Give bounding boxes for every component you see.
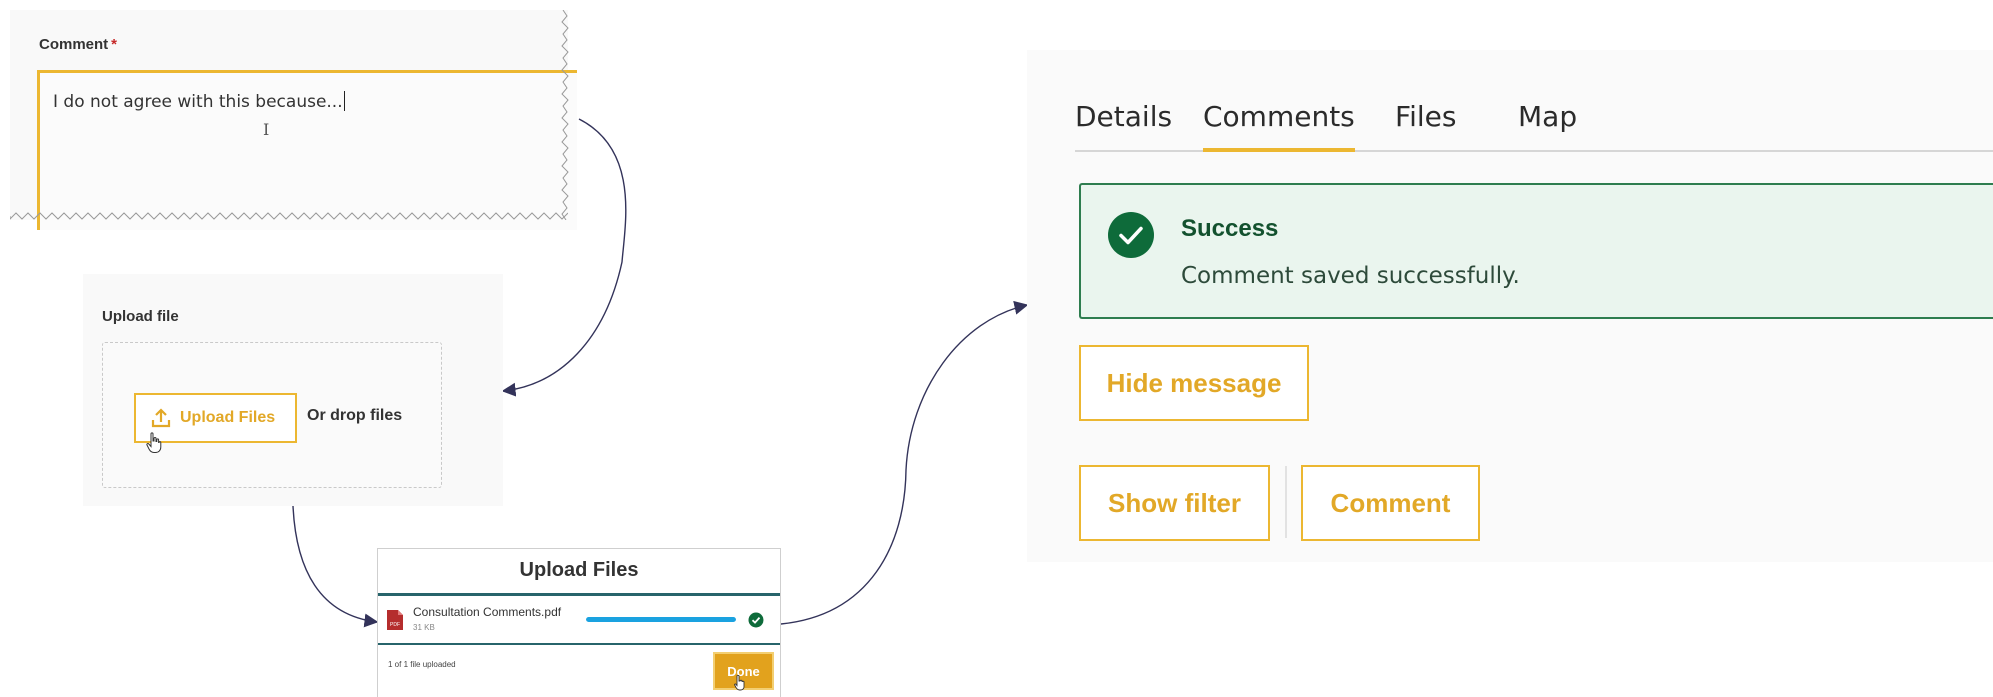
upload-icon [151, 408, 171, 428]
comment-button[interactable]: Comment [1301, 465, 1480, 541]
dialog-title: Upload Files [519, 559, 639, 581]
upload-file-label: Upload file [102, 308, 179, 325]
hand-pointer-icon [146, 432, 162, 453]
hide-message-button[interactable]: Hide message [1079, 345, 1309, 421]
alert-message: Comment saved successfully. [1181, 263, 1520, 289]
upload-progress-bar [586, 617, 736, 622]
comment-value: I do not agree with this because... [53, 92, 343, 112]
check-circle-icon [1108, 212, 1154, 258]
tab-files[interactable]: Files [1395, 100, 1456, 133]
upload-files-label: Upload Files [180, 409, 276, 426]
upload-file-panel: Upload file Upload Files Or drop files [83, 274, 503, 506]
show-filter-label: Show filter [1108, 487, 1241, 518]
torn-edge-right [561, 10, 569, 220]
uploaded-file-size: 31 KB [413, 623, 435, 632]
upload-status-text: 1 of 1 file uploaded [388, 660, 456, 669]
dialog-divider-top [378, 593, 780, 596]
arrow-dialog-to-result [780, 300, 1029, 625]
record-detail-panel: Details Comments Files Map Success Comme… [1027, 50, 1993, 562]
hide-message-label: Hide message [1106, 367, 1282, 398]
dialog-divider-bottom [378, 643, 780, 645]
detail-tabs: Details Comments Files Map [1075, 100, 1993, 152]
comment-button-label: Comment [1330, 487, 1451, 518]
upload-complete-check-icon [748, 612, 764, 628]
pdf-icon: PDF [387, 610, 403, 630]
tab-details[interactable]: Details [1075, 100, 1172, 133]
upload-progress-fill [586, 617, 736, 622]
file-drop-zone[interactable]: Upload Files Or drop files [102, 342, 442, 488]
ibeam-cursor-icon: I [263, 120, 270, 139]
success-alert: Success Comment saved successfully. [1079, 183, 1993, 319]
comment-panel: Comment * I do not agree with this becaus… [10, 10, 577, 230]
pdf-icon-label: PDF [390, 622, 400, 628]
required-marker: * [111, 36, 118, 53]
tab-comments[interactable]: Comments [1203, 100, 1355, 152]
torn-edge-bottom [10, 212, 568, 220]
upload-files-dialog: Upload Files PDF Consultation Comments.p… [377, 548, 781, 697]
text-caret [343, 91, 345, 111]
uploaded-file-name: Consultation Comments.pdf [413, 605, 562, 619]
alert-heading: Success [1181, 215, 1279, 242]
comment-label: Comment * [39, 36, 118, 53]
button-separator [1285, 466, 1287, 538]
drop-files-text: Or drop files [307, 407, 403, 424]
show-filter-button[interactable]: Show filter [1079, 465, 1270, 541]
mouse-pointer-icon [734, 675, 745, 691]
arrow-upload-to-dialog [292, 505, 379, 628]
comment-textarea[interactable]: I do not agree with this because... [37, 70, 577, 230]
tab-map[interactable]: Map [1518, 100, 1577, 133]
